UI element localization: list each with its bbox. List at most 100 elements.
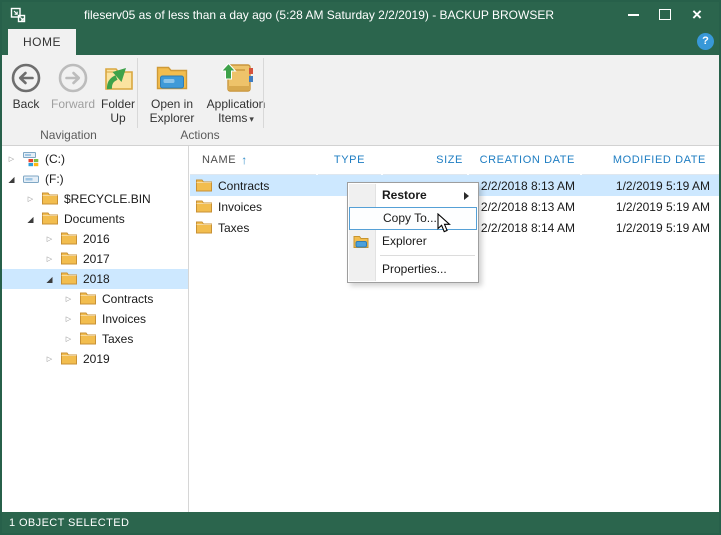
chevron-collapsed-icon[interactable]: ▷ — [62, 335, 75, 343]
maximize-icon — [659, 9, 671, 20]
file-name: Taxes — [218, 220, 250, 235]
back-button[interactable]: Back — [4, 59, 48, 111]
application-items-button-label: Application Items ▾ — [206, 97, 266, 125]
application-items-button[interactable]: Application Items ▾ — [204, 59, 268, 126]
context-menu-item-copy-to[interactable]: Copy To... — [349, 207, 477, 230]
tree-item-f-drive[interactable]: ◢ (F:) — [0, 169, 188, 189]
folder-icon — [80, 311, 96, 327]
chevron-expanded-icon[interactable]: ◢ — [5, 175, 18, 184]
tree-item-2019[interactable]: ▷ 2019 — [0, 349, 188, 369]
file-modified-date: 1/2/2019 5:19 AM — [615, 199, 710, 214]
context-menu-separator — [380, 255, 475, 256]
file-name: Invoices — [218, 199, 263, 214]
chevron-collapsed-icon[interactable]: ▷ — [24, 195, 37, 203]
back-button-label: Back — [12, 97, 40, 111]
application-items-icon — [218, 59, 254, 97]
tree-item-c-drive[interactable]: ▷ (C:) — [0, 149, 188, 169]
system-drive-icon — [23, 151, 39, 167]
folder-up-button-label: Folder Up — [100, 97, 135, 125]
chevron-collapsed-icon[interactable]: ▷ — [43, 235, 56, 243]
folder-icon — [42, 191, 58, 207]
backup-browser-window: fileserv05 as of less than a day ago (5:… — [0, 0, 721, 535]
folder-icon — [196, 220, 212, 236]
context-menu-item-explorer[interactable]: Explorer — [348, 230, 478, 253]
tree-item-label: (C:) — [45, 152, 65, 166]
tree-item-label: Contracts — [102, 292, 154, 306]
folder-icon — [42, 211, 58, 227]
backup-browser-icon — [9, 6, 27, 24]
chevron-expanded-icon[interactable]: ◢ — [43, 275, 56, 284]
context-menu-item-restore[interactable]: Restore — [348, 184, 478, 207]
ribbon-group-actions-label: Actions — [180, 128, 220, 142]
explorer-folder-icon — [353, 234, 369, 248]
mouse-cursor-icon — [437, 212, 452, 239]
tree-item-label: $RECYCLE.BIN — [64, 192, 151, 206]
chevron-collapsed-icon[interactable]: ▷ — [62, 315, 75, 323]
folder-icon — [196, 178, 212, 194]
open-in-explorer-button[interactable]: Open in Explorer — [142, 59, 202, 125]
folder-icon — [80, 291, 96, 307]
minimize-button[interactable] — [617, 0, 649, 29]
folder-up-button[interactable]: Folder Up — [98, 59, 138, 125]
window-controls: × — [617, 0, 713, 29]
tree-item-label: 2016 — [83, 232, 110, 246]
file-modified-date: 1/2/2019 5:19 AM — [615, 178, 710, 193]
dropdown-caret-icon: ▾ — [249, 114, 254, 124]
chevron-expanded-icon[interactable]: ◢ — [24, 215, 37, 224]
folder-icon — [196, 199, 212, 215]
folder-icon — [61, 351, 77, 367]
column-header-name[interactable]: NAME ↑ — [190, 146, 316, 175]
file-modified-date: 1/2/2019 5:19 AM — [615, 220, 710, 235]
drive-icon — [23, 171, 39, 187]
folder-icon — [61, 251, 77, 267]
column-header-size[interactable]: SIZE — [383, 146, 467, 175]
open-in-explorer-icon — [155, 59, 189, 97]
tree-item-2016[interactable]: ▷ 2016 — [0, 229, 188, 249]
ribbon-group-divider — [263, 58, 264, 128]
column-header-type[interactable]: TYPE — [318, 146, 381, 175]
tree-item-label: 2019 — [83, 352, 110, 366]
chevron-collapsed-icon[interactable]: ▷ — [62, 295, 75, 303]
tree-item-documents[interactable]: ◢ Documents — [0, 209, 188, 229]
titlebar: fileserv05 as of less than a day ago (5:… — [0, 0, 721, 29]
window-title: fileserv05 as of less than a day ago (5:… — [83, 7, 554, 22]
tree-item-invoices[interactable]: ▷ Invoices — [0, 309, 188, 329]
forward-button[interactable]: Forward — [48, 59, 98, 111]
tree-item-label: 2017 — [83, 252, 110, 266]
tree-item-contracts[interactable]: ▷ Contracts — [0, 289, 188, 309]
open-in-explorer-button-label: Open in Explorer — [149, 97, 195, 125]
context-menu: Restore Copy To... Explorer Properties..… — [347, 182, 479, 283]
tree-item-2017[interactable]: ▷ 2017 — [0, 249, 188, 269]
ribbon-group-divider — [137, 58, 138, 128]
chevron-collapsed-icon[interactable]: ▷ — [43, 255, 56, 263]
tree-item-label: Invoices — [102, 312, 147, 326]
forward-arrow-circle-icon — [57, 59, 89, 97]
tree-item-label: 2018 — [83, 272, 110, 286]
context-menu-item-properties[interactable]: Properties... — [348, 258, 478, 281]
tree-item-recycle-bin[interactable]: ▷ $RECYCLE.BIN — [0, 189, 188, 209]
sort-ascending-icon: ↑ — [241, 153, 248, 167]
back-arrow-circle-icon — [10, 59, 42, 97]
chevron-collapsed-icon[interactable]: ▷ — [43, 355, 56, 363]
column-header-creation-date[interactable]: CREATION DATE — [469, 146, 580, 175]
folder-tree: ▷ (C:) ◢ (F:) ▷ $RECYCLE.BIN ◢ Documents… — [0, 146, 189, 512]
maximize-button[interactable] — [649, 0, 681, 29]
column-header-modified-date[interactable]: MODIFIED DATE — [582, 146, 721, 175]
ribbon: Back Forward Folder Up Open in Explorer … — [0, 55, 721, 146]
folder-icon — [61, 231, 77, 247]
chevron-collapsed-icon[interactable]: ▷ — [5, 155, 18, 163]
tab-home[interactable]: HOME — [8, 29, 76, 55]
file-name: Contracts — [218, 178, 270, 193]
ribbon-group-navigation-label: Navigation — [40, 128, 97, 142]
tree-item-label: Taxes — [102, 332, 134, 346]
close-button[interactable]: × — [681, 0, 713, 29]
tree-item-2018[interactable]: ◢ 2018 — [0, 269, 188, 289]
minimize-icon — [627, 13, 639, 16]
tree-item-label: Documents — [64, 212, 125, 226]
help-button[interactable]: ? — [697, 33, 714, 50]
status-bar: 1 OBJECT SELECTED — [0, 512, 721, 535]
folder-icon — [61, 271, 77, 287]
ribbon-tabstrip: HOME ? — [0, 29, 721, 55]
forward-button-label: Forward — [50, 97, 95, 111]
tree-item-taxes[interactable]: ▷ Taxes — [0, 329, 188, 349]
